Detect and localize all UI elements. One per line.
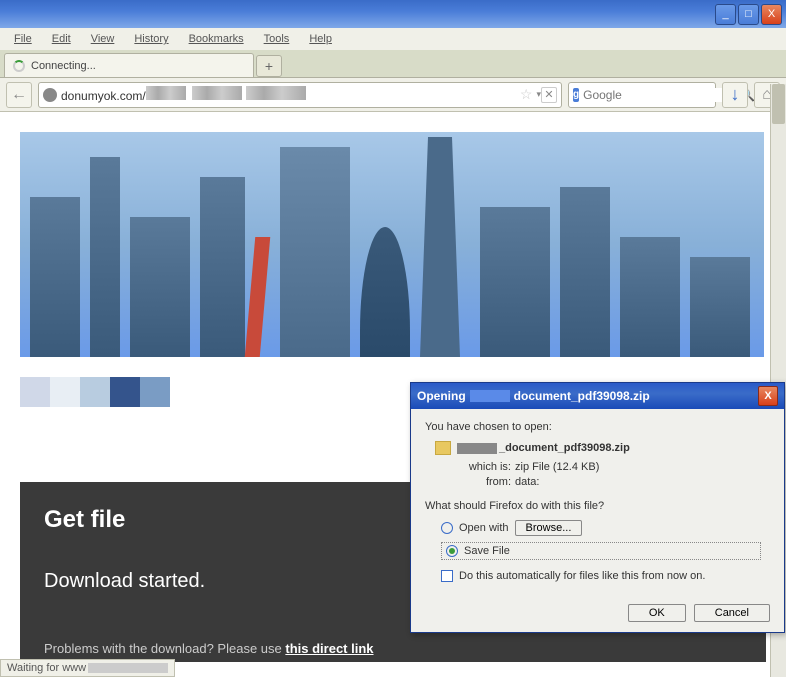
search-bar[interactable]: g 🔍	[568, 82, 716, 108]
status-bar: Waiting for www	[0, 659, 175, 677]
dialog-body: You have chosen to open: _document_pdf39…	[411, 409, 784, 594]
swatch	[50, 377, 80, 407]
blurred-host	[88, 663, 168, 673]
search-input[interactable]	[583, 88, 738, 102]
filename: _document_pdf39098.zip	[499, 442, 630, 454]
problems-text: Problems with the download? Please use t…	[44, 641, 742, 656]
direct-link[interactable]: this direct link	[285, 641, 373, 656]
dialog-title-filename: document_pdf39098.zip	[514, 389, 650, 403]
back-button[interactable]: ←	[6, 82, 32, 108]
swatch	[110, 377, 140, 407]
blurred-segment	[470, 390, 510, 402]
menu-file[interactable]: File	[6, 31, 40, 47]
menu-bar: File Edit View History Bookmarks Tools H…	[0, 28, 786, 50]
swatch	[20, 377, 50, 407]
zip-file-icon	[435, 441, 451, 455]
stop-reload-button[interactable]: ✕	[541, 87, 557, 103]
hero-image	[20, 132, 764, 357]
download-dialog: Opening document_pdf39098.zip X You have…	[410, 382, 785, 633]
save-file-option[interactable]: Save File	[441, 542, 761, 560]
browse-button[interactable]: Browse...	[515, 520, 583, 536]
bookmark-star-icon[interactable]: ☆	[520, 86, 533, 103]
file-from-row: from:data:	[461, 476, 770, 488]
minimize-button[interactable]: _	[715, 4, 736, 25]
ok-button[interactable]: OK	[628, 604, 686, 622]
dialog-close-button[interactable]: X	[758, 386, 778, 406]
maximize-button[interactable]: □	[738, 4, 759, 25]
menu-tools[interactable]: Tools	[256, 31, 298, 47]
tab-label: Connecting...	[31, 60, 96, 72]
loading-spinner-icon	[13, 60, 25, 72]
question-text: What should Firefox do with this file?	[425, 500, 770, 512]
auto-label: Do this automatically for files like thi…	[459, 570, 705, 582]
globe-icon	[43, 88, 57, 102]
new-tab-button[interactable]: +	[256, 55, 282, 77]
dialog-title-prefix: Opening	[417, 389, 466, 403]
window-close-button[interactable]: X	[761, 4, 782, 25]
file-type-row: which is:zip File (12.4 KB)	[461, 461, 770, 473]
downloads-button[interactable]: ↓	[722, 82, 748, 108]
open-with-label: Open with	[459, 522, 509, 534]
auto-checkbox[interactable]	[441, 570, 453, 582]
browser-tab[interactable]: Connecting...	[4, 53, 254, 77]
auto-checkbox-row[interactable]: Do this automatically for files like thi…	[441, 570, 770, 582]
address-bar[interactable]: donumyok.com/ ☆ ▾ ✕	[38, 82, 562, 108]
dialog-titlebar[interactable]: Opening document_pdf39098.zip X	[411, 383, 784, 409]
menu-edit[interactable]: Edit	[44, 31, 79, 47]
menu-bookmarks[interactable]: Bookmarks	[181, 31, 252, 47]
swatch	[140, 377, 170, 407]
menu-help[interactable]: Help	[301, 31, 340, 47]
url-text: donumyok.com/	[61, 86, 516, 103]
save-file-label: Save File	[464, 545, 510, 557]
file-row: _document_pdf39098.zip	[435, 441, 770, 455]
nav-toolbar: ← donumyok.com/ ☆ ▾ ✕ g 🔍 ↓ ⌂	[0, 78, 786, 112]
radio-save-file[interactable]	[446, 545, 458, 557]
menu-view[interactable]: View	[83, 31, 123, 47]
swatch	[80, 377, 110, 407]
tab-bar: Connecting... +	[0, 50, 786, 78]
scrollbar-thumb[interactable]	[772, 84, 785, 124]
dialog-buttons: OK Cancel	[411, 594, 784, 632]
menu-history[interactable]: History	[126, 31, 176, 47]
cancel-button[interactable]: Cancel	[694, 604, 770, 622]
google-logo-icon: g	[573, 88, 579, 102]
blurred-segment	[457, 443, 497, 454]
window-titlebar: _ □ X	[0, 0, 786, 28]
open-with-option[interactable]: Open with Browse...	[441, 520, 770, 536]
chosen-text: You have chosen to open:	[425, 421, 770, 433]
radio-open-with[interactable]	[441, 522, 453, 534]
